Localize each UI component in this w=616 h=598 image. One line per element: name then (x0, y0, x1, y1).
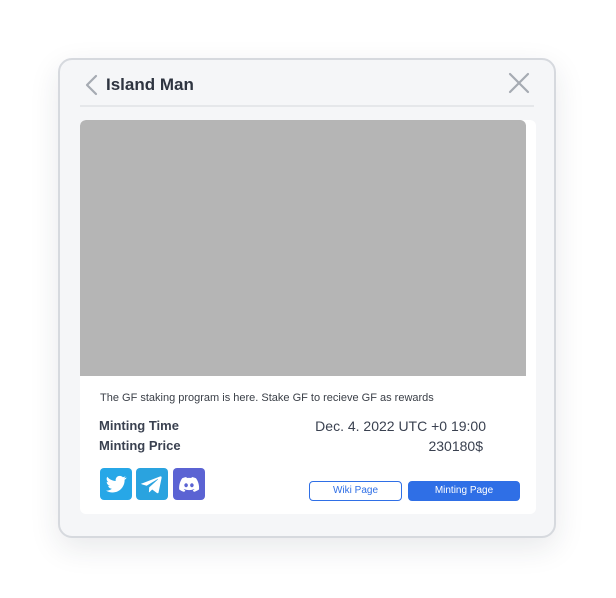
discord-icon (179, 477, 200, 492)
nft-card: The GF staking program is here. Stake GF… (80, 120, 536, 514)
telegram-link[interactable] (136, 468, 168, 500)
page-title: Island Man (106, 75, 194, 94)
wiki-page-button[interactable]: Wiki Page (309, 481, 402, 501)
telegram-icon (141, 476, 162, 494)
minting-page-button[interactable]: Minting Page (408, 481, 520, 501)
nft-detail-modal: Island Man The GF staking program is her… (58, 58, 556, 538)
minting-price-value: 230180$ (428, 438, 483, 454)
modal-header: Island Man (60, 60, 554, 110)
back-button[interactable] (84, 74, 100, 96)
description-text: The GF staking program is here. Stake GF… (100, 392, 434, 404)
chevron-left-icon (85, 74, 98, 96)
minting-time-label: Minting Time (99, 418, 179, 433)
twitter-icon (106, 475, 127, 493)
minting-price-label: Minting Price (99, 438, 181, 453)
close-icon (508, 72, 530, 94)
discord-link[interactable] (173, 468, 205, 500)
twitter-link[interactable] (100, 468, 132, 500)
media-placeholder (80, 120, 526, 376)
minting-time-value: Dec. 4. 2022 UTC +0 19:00 (315, 418, 486, 434)
close-button[interactable] (508, 72, 530, 94)
header-divider (80, 105, 534, 107)
